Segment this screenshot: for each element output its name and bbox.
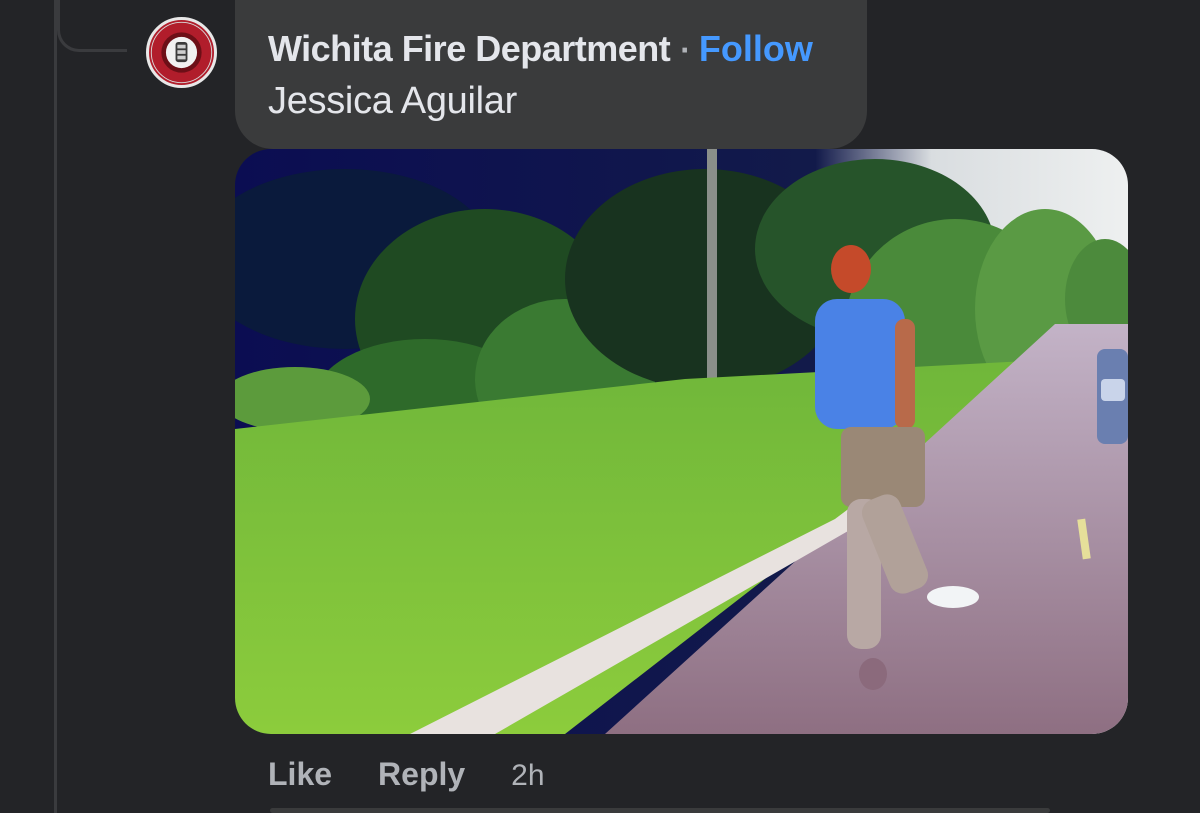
- like-button[interactable]: Like: [268, 756, 332, 793]
- follow-button[interactable]: Follow: [699, 28, 813, 70]
- comment-bubble: Wichita Fire Department · Follow Jessica…: [235, 0, 867, 149]
- gif-image: [235, 149, 1128, 734]
- gif-attachment[interactable]: [235, 149, 1128, 734]
- author-row: Wichita Fire Department · Follow: [268, 28, 867, 70]
- comment-actions: Like Reply 2h: [268, 756, 545, 793]
- reply-button[interactable]: Reply: [378, 756, 465, 793]
- fire-badge-icon: [150, 21, 213, 84]
- comment-thread: Wichita Fire Department · Follow Jessica…: [0, 0, 1200, 813]
- author-name[interactable]: Wichita Fire Department: [268, 28, 671, 70]
- thread-line: [54, 0, 57, 813]
- fire-department-avatar[interactable]: [146, 17, 217, 88]
- separator-dot: ·: [680, 32, 691, 68]
- comment-text[interactable]: Jessica Aguilar: [268, 80, 867, 123]
- reply-input-edge: [270, 808, 1050, 813]
- comment-timestamp[interactable]: 2h: [511, 759, 544, 793]
- thread-connector: [57, 0, 127, 52]
